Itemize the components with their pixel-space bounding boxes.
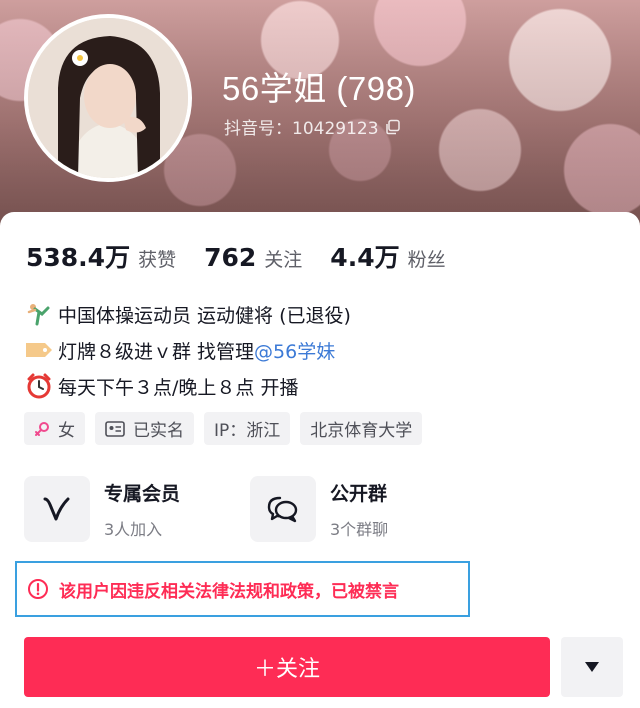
- group-chat-title: 公开群: [330, 482, 388, 505]
- avatar-photo-icon: [28, 18, 188, 178]
- profile-tags: 女 已实名 IP：浙江 北京体育大学: [24, 412, 432, 445]
- tag-gender: 女: [24, 412, 85, 445]
- stat-likes-label: 获赞: [138, 249, 177, 271]
- tag-verified-label: 已实名: [133, 421, 184, 441]
- bio-line: 中国体操运动员 运动健将 (已退役): [24, 296, 351, 332]
- stat-likes[interactable]: 538.4万 获赞: [26, 238, 176, 274]
- membership-title: 专属会员: [104, 482, 181, 505]
- bio-line-2: 灯牌８级进ｖ群 找管理: [58, 340, 255, 363]
- female-icon: [34, 421, 50, 437]
- stat-likes-value: 538.4万: [26, 243, 131, 272]
- stat-following-label: 关注: [264, 249, 303, 271]
- group-chat-entry[interactable]: 公开群 3个群聊: [250, 476, 448, 542]
- bio-line: 每天下午３点/晚上８点 开播: [24, 368, 351, 404]
- gymnast-emoji: [24, 301, 54, 327]
- membership-subtitle: 3人加入: [104, 519, 163, 539]
- alarm-clock-emoji: [24, 373, 54, 399]
- tag-ip: IP：浙江: [204, 412, 291, 445]
- warning-icon: [28, 579, 48, 599]
- tag-gender-label: 女: [58, 421, 75, 441]
- stat-followers-label: 粉丝: [407, 249, 446, 271]
- group-chat-icon: [250, 476, 316, 542]
- group-chat-subtitle: 3个群聊: [330, 519, 389, 539]
- mention-link[interactable]: @56学妹: [254, 337, 335, 364]
- bio-line-1: 中国体操运动员 运动健将 (已退役): [58, 304, 351, 327]
- follow-button[interactable]: ＋关注: [24, 637, 550, 697]
- stat-followers[interactable]: 4.4万 粉丝: [330, 238, 445, 274]
- stat-followers-value: 4.4万: [330, 243, 400, 272]
- tag-school[interactable]: 北京体育大学: [300, 412, 423, 445]
- stat-following-value: 762: [204, 243, 257, 272]
- nickname: 56学姐 (798): [222, 70, 416, 107]
- label-tag-emoji: [24, 337, 54, 363]
- profile-card: [0, 212, 640, 708]
- vip-v-icon: [24, 476, 90, 542]
- tag-ip-label: IP：浙江: [214, 421, 281, 441]
- tag-verified: 已实名: [95, 412, 194, 445]
- bio-line-3: 每天下午３点/晚上８点 开播: [58, 376, 299, 399]
- avatar[interactable]: [24, 14, 192, 182]
- copy-icon[interactable]: [385, 119, 401, 135]
- more-options-button[interactable]: [561, 637, 623, 697]
- stats-row: 538.4万 获赞 762 关注 4.4万 粉丝: [26, 238, 474, 274]
- douyin-id[interactable]: 抖音号：10429123: [224, 114, 401, 139]
- feature-row: 专属会员 3人加入 公开群 3个群聊: [24, 476, 476, 542]
- stat-following[interactable]: 762 关注: [204, 243, 302, 272]
- id-card-icon: [105, 420, 125, 437]
- bio-line: 灯牌８级进ｖ群 找管理 @56学妹: [24, 332, 351, 368]
- bio: 中国体操运动员 运动健将 (已退役) 灯牌８级进ｖ群 找管理 @56学妹 每天下…: [24, 296, 351, 404]
- tag-school-label: 北京体育大学: [310, 421, 413, 441]
- douyin-id-text: 抖音号：10429123: [224, 119, 379, 139]
- ban-notice: 该用户因违反相关法律法规和政策，已被禁言: [15, 561, 470, 617]
- ban-notice-text: 该用户因违反相关法律法规和政策，已被禁言: [59, 581, 399, 602]
- caret-down-icon: [585, 662, 599, 672]
- membership-entry[interactable]: 专属会员 3人加入: [24, 476, 222, 542]
